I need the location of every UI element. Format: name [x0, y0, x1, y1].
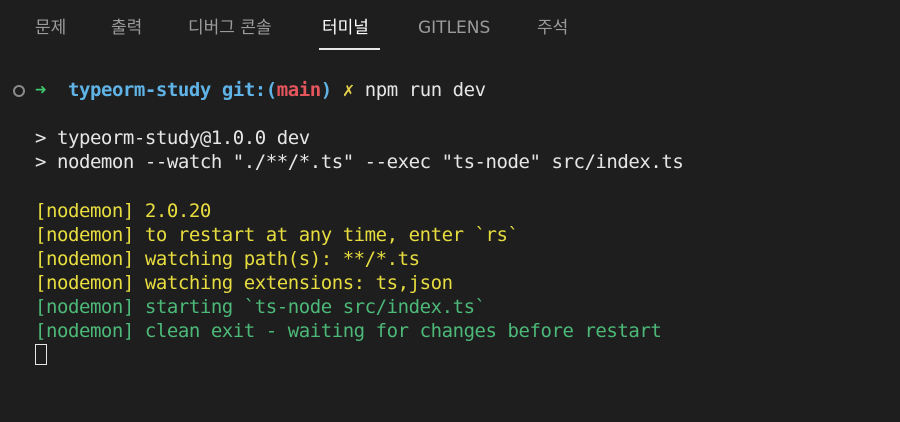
script-line: > nodemon --watch "./**/*.ts" --exec "ts… — [35, 151, 684, 173]
prompt-line: ➜ typeorm-study git:(main) ✗ npm run dev — [35, 78, 486, 102]
command-status-dot-icon[interactable] — [13, 85, 25, 97]
panel-tab-bar: 문제 출력 디버그 콘솔 터미널 GITLENS 주석 — [0, 0, 900, 58]
prompt-git-suffix: ) — [320, 79, 332, 101]
active-tab-indicator — [319, 48, 380, 50]
tab-debug-console[interactable]: 디버그 콘솔 — [188, 16, 272, 40]
tab-comments[interactable]: 주석 — [537, 16, 568, 40]
prompt-arrow-icon: ➜ — [35, 79, 46, 101]
prompt-dirty-mark: ✗ — [342, 79, 354, 101]
prompt-git-branch: main — [276, 79, 321, 101]
prompt-command: npm run dev — [364, 79, 486, 101]
nodemon-line: [nodemon] clean exit - waiting for chang… — [35, 320, 662, 342]
terminal-output[interactable]: ➜ typeorm-study git:(main) ✗ npm run dev… — [0, 58, 900, 422]
tab-terminal[interactable]: 터미널 — [322, 16, 369, 40]
tab-problems[interactable]: 문제 — [35, 16, 66, 40]
nodemon-line: [nodemon] watching extensions: ts,json — [35, 272, 453, 294]
prompt-directory: typeorm-study — [67, 79, 211, 101]
nodemon-line: [nodemon] starting `ts-node src/index.ts… — [35, 296, 486, 318]
terminal-cursor — [35, 344, 47, 365]
prompt-git-prefix: git:( — [221, 79, 277, 101]
nodemon-line: [nodemon] watching path(s): **/*.ts — [35, 248, 420, 270]
script-line: > typeorm-study@1.0.0 dev — [35, 127, 310, 149]
nodemon-line: [nodemon] 2.0.20 — [35, 200, 211, 222]
nodemon-line: [nodemon] to restart at any time, enter … — [35, 224, 519, 246]
tab-gitlens[interactable]: GITLENS — [418, 16, 490, 40]
tab-output[interactable]: 출력 — [111, 16, 142, 40]
